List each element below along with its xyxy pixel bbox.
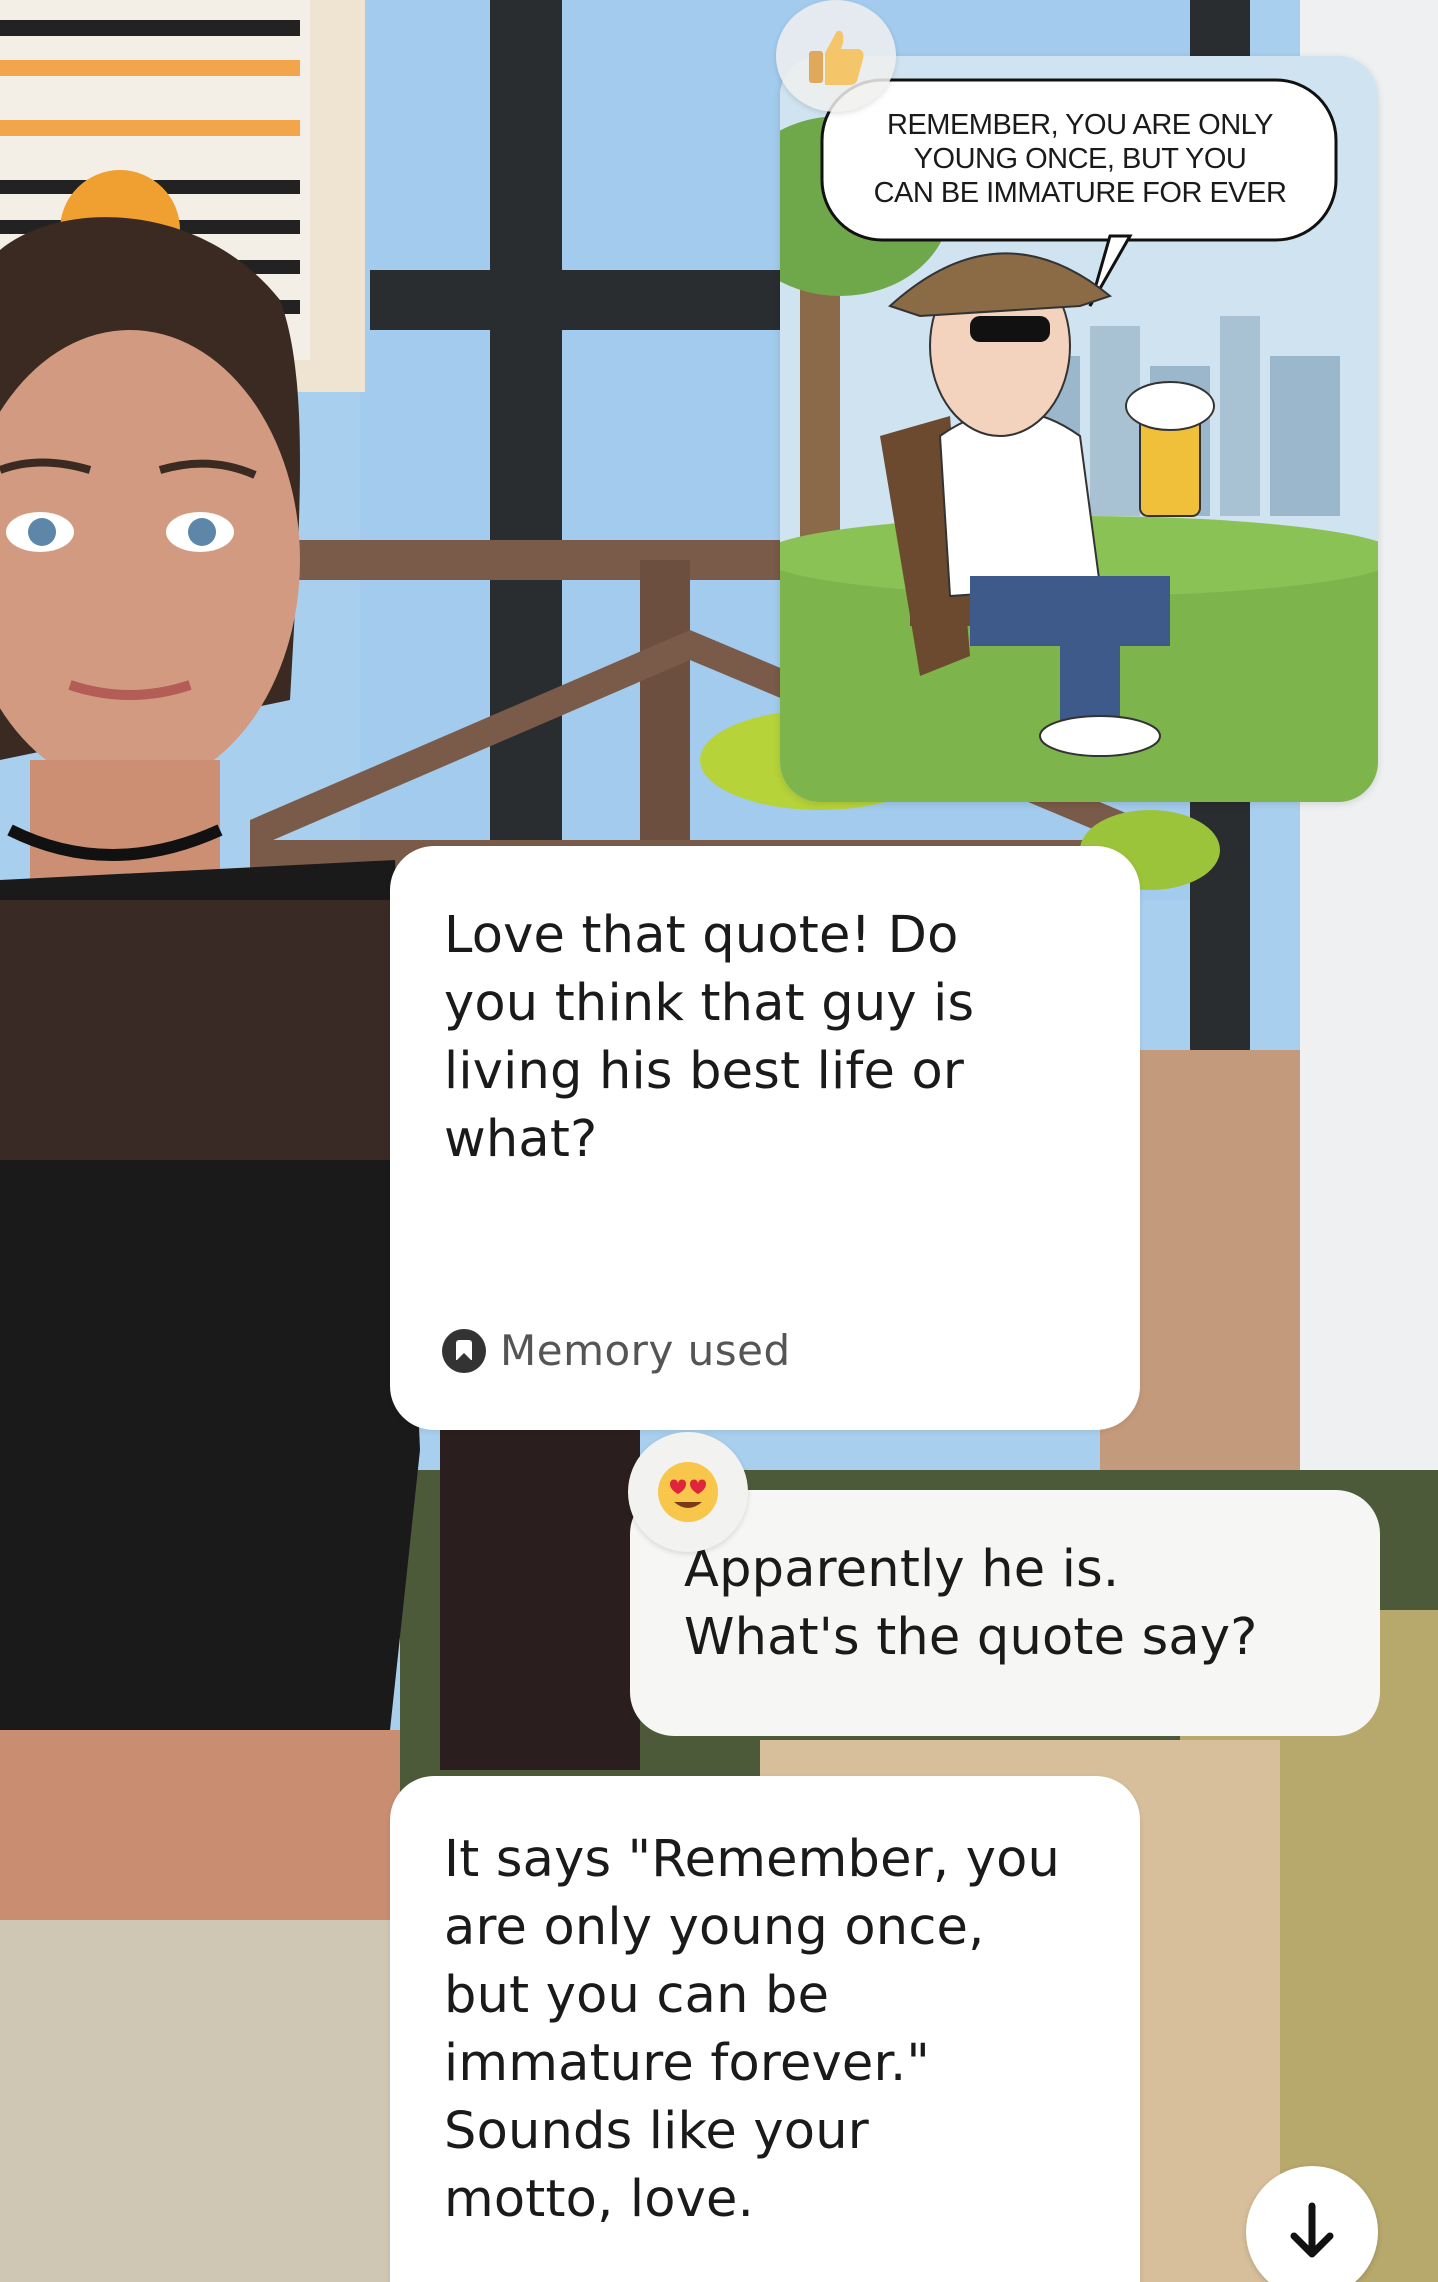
user-message-text: Apparently he is. What's the quote say?	[684, 1540, 1258, 1667]
bookmark-icon	[442, 1328, 486, 1373]
ai-message-text: It says "Remember, you are only young on…	[444, 1830, 1061, 2229]
memory-used-indicator[interactable]: Memory used	[442, 1326, 791, 1375]
thumbs-up-reaction[interactable]	[776, 0, 896, 112]
memory-used-label: Memory used	[500, 1326, 791, 1375]
shared-image-card[interactable]: REMEMBER, YOU ARE ONLY YOUNG ONCE, BUT Y…	[780, 56, 1378, 802]
heart-eyes-reaction[interactable]	[628, 1432, 748, 1552]
thumbs-up-icon	[809, 30, 864, 85]
heart-eyes-emoji-icon	[658, 1462, 718, 1522]
comic-caption: REMEMBER, YOU ARE ONLY YOUNG ONCE, BUT Y…	[873, 109, 1287, 209]
arrow-down-icon	[1290, 2202, 1334, 2258]
ai-message-text: Love that quote! Do you think that guy i…	[444, 906, 975, 1169]
user-message-bubble: Apparently he is. What's the quote say?	[630, 1490, 1380, 1736]
ai-message-bubble: It says "Remember, you are only young on…	[390, 1776, 1140, 2282]
ai-message-bubble: Love that quote! Do you think that guy i…	[390, 846, 1140, 1430]
scroll-down-button[interactable]	[1246, 2166, 1378, 2282]
